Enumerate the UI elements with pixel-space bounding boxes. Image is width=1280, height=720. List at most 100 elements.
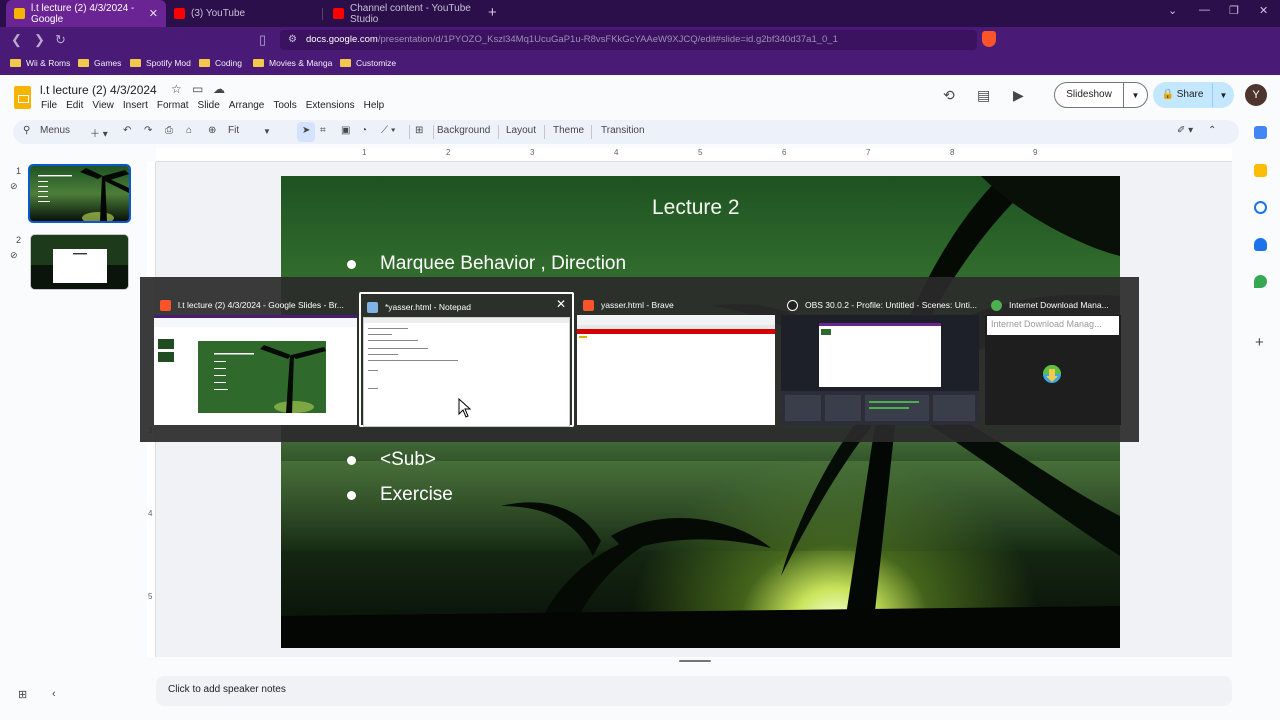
avatar[interactable]: Y (1245, 84, 1267, 106)
line-icon[interactable]: ⟋ ▾ (381, 125, 396, 136)
menu-view[interactable]: View (92, 100, 114, 111)
switcher-window[interactable]: yasser.html - Brave (577, 292, 775, 427)
reload-icon[interactable]: ↻ (55, 32, 66, 48)
site-info-icon[interactable]: ⚙ (288, 30, 297, 50)
meet-icon[interactable]: ▶ (1013, 87, 1024, 104)
image-icon[interactable]: ▣ (341, 125, 350, 136)
transition-button[interactable]: Transition (601, 125, 645, 136)
idm-preview-title: Internet Download Manag... (987, 316, 1119, 335)
grid-view-icon[interactable]: ⊞ (18, 688, 27, 701)
close-window-icon[interactable]: ✕ (1259, 4, 1268, 17)
menu-insert[interactable]: Insert (123, 100, 148, 111)
star-icon[interactable]: ☆ (171, 82, 182, 96)
tab-label: l.t lecture (2) 4/3/2024 - Google (31, 2, 135, 25)
zoom-icon[interactable]: ⊕ (208, 125, 216, 136)
tab-youtube[interactable]: (3) YouTube (166, 0, 322, 27)
bookmark-folder[interactable]: Spotify Mod (130, 58, 191, 68)
forward-icon[interactable]: ❯ (34, 32, 45, 48)
slide-number: 2 (16, 235, 22, 245)
calendar-icon[interactable] (1254, 126, 1267, 139)
slide-title[interactable]: Lecture 2 (652, 196, 740, 220)
tasks-icon[interactable] (1254, 201, 1267, 214)
slideshow-button[interactable]: Slideshow ▼ (1054, 82, 1148, 108)
notes-resize-handle[interactable] (679, 660, 711, 662)
bullet-item[interactable]: <Sub> (347, 449, 436, 471)
bookmark-folder[interactable]: Coding (199, 58, 242, 68)
tab-google-slides[interactable]: l.t lecture (2) 4/3/2024 - Google ✕ (6, 0, 166, 27)
select-cursor-icon[interactable]: ➤ (302, 125, 310, 136)
bookmark-folder[interactable]: Games (78, 58, 121, 68)
menu-format[interactable]: Format (157, 100, 189, 111)
close-tab-icon[interactable]: ✕ (149, 7, 158, 20)
menu-slide[interactable]: Slide (198, 100, 220, 111)
chevron-down-icon[interactable]: ▼ (263, 127, 271, 136)
bookmark-folder[interactable]: Movies & Manga (253, 58, 332, 68)
zoom-select[interactable]: Fit (228, 125, 239, 136)
task-switcher: l.t lecture (2) 4/3/2024 - Google Slides… (140, 277, 1139, 442)
search-icon[interactable]: ⚲ (23, 125, 30, 136)
undo-icon[interactable]: ↶ (123, 125, 131, 136)
keep-icon[interactable] (1254, 164, 1267, 177)
bullet-item[interactable]: Exercise (347, 484, 453, 506)
background-button[interactable]: Background (437, 125, 490, 136)
window-preview (154, 315, 357, 425)
slideshow-label: Slideshow (1055, 83, 1124, 107)
contacts-icon[interactable] (1254, 238, 1267, 251)
redo-icon[interactable]: ↷ (144, 125, 152, 136)
bookmark-icon[interactable]: ▯ (259, 32, 266, 48)
restore-icon[interactable]: ❐ (1229, 4, 1239, 17)
collapse-toolbar-icon[interactable]: ⌃ (1208, 125, 1216, 136)
paint-format-icon[interactable]: ⌂ (186, 125, 192, 136)
document-title[interactable]: l.t lecture (2) 4/3/2024 (40, 83, 157, 97)
share-button[interactable]: 🔒 Share ▼ (1153, 82, 1234, 108)
slide-thumbnail-2[interactable] (30, 234, 129, 290)
menus-search[interactable]: Menus (40, 125, 70, 136)
tab-youtube-studio[interactable]: Channel content - YouTube Studio (325, 0, 480, 27)
shape-icon[interactable]: ◔ (361, 125, 367, 136)
menu-tools[interactable]: Tools (273, 100, 296, 111)
add-comment-icon[interactable]: ⊞ (415, 125, 423, 136)
switcher-window[interactable]: OBS 30.0.2 - Profile: Untitled - Scenes:… (781, 292, 979, 427)
tab-separator (322, 8, 323, 20)
menu-help[interactable]: Help (364, 100, 385, 111)
bullet-item[interactable]: Marquee Behavior , Direction (347, 253, 626, 275)
speaker-notes-field[interactable]: Click to add speaker notes (156, 676, 1232, 706)
window-title: l.t lecture (2) 4/3/2024 - Google Slides… (160, 298, 344, 312)
crop-frame-icon[interactable]: ⌗ (320, 125, 326, 136)
link-icon: ⊘ (10, 181, 18, 191)
back-icon[interactable]: ❮ (11, 32, 22, 48)
get-add-ons-icon[interactable]: + (1255, 334, 1264, 351)
slides-logo-icon[interactable] (14, 86, 31, 109)
tab-search-icon[interactable]: ⌄ (1168, 4, 1177, 17)
minimize-icon[interactable]: — (1199, 4, 1210, 16)
bookmark-folder[interactable]: Customize (340, 58, 396, 68)
chevron-down-icon[interactable]: ▼ (1124, 91, 1147, 100)
version-history-icon[interactable]: ⟲ (943, 87, 955, 104)
chevron-down-icon[interactable]: ▼ (1213, 91, 1234, 100)
layout-button[interactable]: Layout (506, 125, 536, 136)
new-slide-button[interactable]: ＋ ▾ (90, 125, 108, 140)
url-field[interactable]: ⚙ docs.google.com/presentation/d/1PYOZO_… (280, 30, 977, 50)
ruler-tick-label: 1 (362, 148, 367, 157)
new-tab-button[interactable]: + (488, 4, 497, 21)
ruler-tick-label: 4 (148, 509, 153, 518)
brave-shield-icon[interactable] (982, 31, 996, 47)
window-preview: Internet Download Manag... (985, 315, 1121, 425)
slide-thumbnail-1-preview (30, 166, 129, 221)
pen-tool-icon[interactable]: ✐ ▾ (1177, 125, 1193, 136)
menu-edit[interactable]: Edit (66, 100, 83, 111)
switcher-window[interactable]: l.t lecture (2) 4/3/2024 - Google Slides… (154, 292, 357, 427)
bookmark-folder[interactable]: Wii & Roms (10, 58, 70, 68)
maps-icon[interactable] (1254, 275, 1267, 288)
slide-thumbnail-1[interactable] (28, 164, 131, 223)
menu-file[interactable]: File (41, 100, 57, 111)
collapse-filmstrip-icon[interactable]: ‹ (52, 688, 56, 700)
theme-button[interactable]: Theme (553, 125, 584, 136)
switcher-window[interactable]: Internet Download Mana... Internet Downl… (985, 292, 1121, 427)
comments-icon[interactable]: ▤ (977, 87, 990, 104)
close-icon[interactable]: ✕ (556, 297, 566, 311)
print-icon[interactable]: ⎙ (165, 125, 173, 136)
menu-arrange[interactable]: Arrange (229, 100, 265, 111)
move-folder-icon[interactable]: ▭ (192, 82, 203, 96)
menu-extensions[interactable]: Extensions (306, 100, 355, 111)
